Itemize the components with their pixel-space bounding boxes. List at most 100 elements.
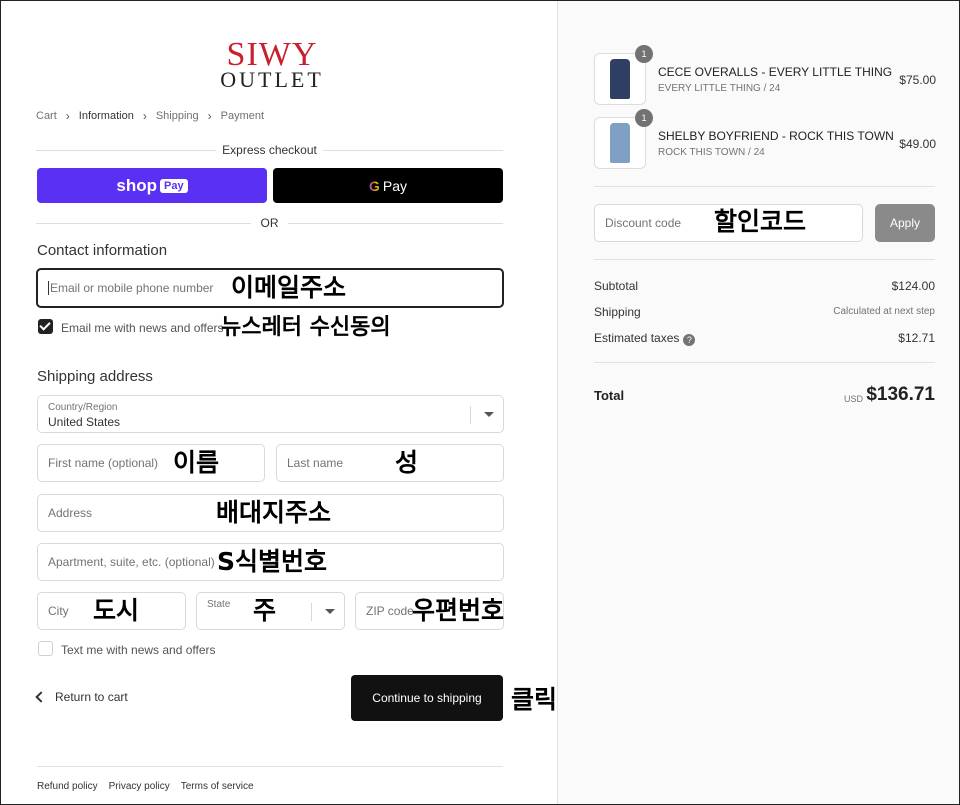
- country-select[interactable]: Country/Region United States: [37, 395, 504, 433]
- product-price: $75.00: [899, 73, 936, 87]
- taxes-label: Estimated taxes: [594, 331, 680, 345]
- zip-placeholder: ZIP code: [366, 604, 414, 618]
- google-pay-label: Pay: [382, 177, 407, 194]
- product-thumbnail: 1: [594, 109, 653, 169]
- email-news-label[interactable]: Email me with news and offers: [61, 321, 224, 335]
- apartment-placeholder: Apartment, suite, etc. (optional): [48, 555, 215, 569]
- cart-item: 1 SHELBY BOYFRIEND - ROCK THIS TOWN ROCK…: [594, 109, 936, 171]
- chevron-right-icon: ›: [142, 109, 147, 123]
- first-name-field[interactable]: First name (optional): [37, 444, 265, 482]
- breadcrumb-information: Information: [78, 110, 134, 122]
- state-annotation: 주: [253, 596, 277, 625]
- return-to-cart-link[interactable]: Return to cart: [35, 690, 128, 704]
- google-icon: G: [368, 177, 380, 194]
- shipping-row: Shipping Calculated at next step: [594, 305, 935, 319]
- shipping-value: Calculated at next step: [833, 306, 935, 317]
- store-logo[interactable]: SIWY OUTLET: [217, 36, 327, 92]
- privacy-policy-link[interactable]: Privacy policy: [109, 781, 170, 792]
- return-to-cart-label: Return to cart: [55, 690, 128, 704]
- subtotal-value: $124.00: [891, 279, 935, 293]
- select-divider: [311, 603, 312, 621]
- click-annotation: 클릭: [511, 685, 558, 714]
- shop-pay-tag: Pay: [160, 178, 188, 193]
- email-news-checkbox[interactable]: [38, 319, 53, 334]
- taxes-row: Estimated taxes? $12.71: [594, 331, 935, 346]
- country-value: United States: [48, 415, 121, 429]
- discount-placeholder: Discount code: [605, 216, 682, 230]
- first-name-annotation: 이름: [173, 448, 220, 477]
- footer-links: Refund policy Privacy policy Terms of se…: [37, 781, 254, 792]
- chevron-left-icon: [35, 691, 47, 703]
- chevron-down-icon: [325, 609, 335, 614]
- product-name: CECE OVERALLS - EVERY LITTLE THING: [658, 65, 893, 79]
- breadcrumb-payment: Payment: [220, 110, 265, 122]
- zip-annotation: 우편번호: [412, 596, 505, 625]
- taxes-value: $12.71: [898, 331, 935, 345]
- text-news-checkbox[interactable]: [38, 641, 53, 656]
- country-label: Country/Region: [48, 402, 118, 413]
- apply-discount-button[interactable]: Apply: [875, 204, 935, 242]
- shop-pay-label: shop: [116, 175, 158, 195]
- last-name-annotation: 성: [395, 448, 419, 477]
- express-checkout-heading: Express checkout: [36, 143, 503, 157]
- first-name-placeholder: First name (optional): [48, 456, 159, 470]
- last-name-field[interactable]: Last name: [276, 444, 504, 482]
- subtotal-label: Subtotal: [594, 279, 639, 293]
- continue-to-shipping-button[interactable]: Continue to shipping: [351, 675, 503, 721]
- product-variant: ROCK THIS TOWN / 24: [658, 147, 765, 158]
- subtotal-row: Subtotal $124.00: [594, 279, 935, 293]
- select-divider: [470, 406, 471, 424]
- breadcrumb-shipping: Shipping: [155, 110, 199, 122]
- state-label: State: [207, 599, 231, 610]
- product-thumbnail: 1: [594, 45, 653, 105]
- chevron-down-icon: [484, 412, 494, 417]
- shipping-section-title: Shipping address: [37, 368, 153, 385]
- product-name: SHELBY BOYFRIEND - ROCK THIS TOWN: [658, 129, 894, 143]
- chevron-right-icon: ›: [207, 109, 212, 123]
- jeans-image: [610, 123, 630, 163]
- email-annotation: 이메일주소: [231, 273, 347, 302]
- discount-annotation: 할인코드: [714, 207, 807, 236]
- total-value: $136.71: [866, 384, 935, 405]
- breadcrumb: Cart › Information › Shipping › Payment: [36, 109, 264, 123]
- address-placeholder: Address: [48, 506, 93, 520]
- contact-section-title: Contact information: [37, 242, 168, 259]
- footer-divider: [37, 766, 503, 767]
- news-annotation: 뉴스레터 수신동의: [221, 315, 391, 340]
- breadcrumb-cart[interactable]: Cart: [36, 110, 57, 122]
- terms-of-service-link[interactable]: Terms of service: [181, 781, 254, 792]
- total-row: Total USD $136.71: [594, 384, 935, 405]
- product-variant: EVERY LITTLE THING / 24: [658, 83, 781, 94]
- product-price: $49.00: [899, 137, 936, 151]
- overalls-image: [610, 59, 630, 99]
- city-placeholder: City: [48, 604, 69, 618]
- help-icon[interactable]: ?: [683, 334, 696, 346]
- total-label: Total: [594, 388, 625, 403]
- shop-pay-button[interactable]: shop Pay: [37, 168, 267, 203]
- summary-divider: [594, 186, 935, 187]
- chevron-right-icon: ›: [65, 109, 70, 123]
- or-divider: OR: [36, 216, 503, 230]
- order-summary-panel: 1 CECE OVERALLS - EVERY LITTLE THING EVE…: [557, 1, 959, 804]
- email-placeholder: Email or mobile phone number: [50, 281, 214, 295]
- currency-code: USD: [843, 394, 863, 404]
- apartment-annotation: S식별번호: [217, 547, 328, 576]
- cart-item: 1 CECE OVERALLS - EVERY LITTLE THING EVE…: [594, 45, 936, 107]
- summary-divider: [594, 259, 935, 260]
- express-checkout-label: Express checkout: [222, 143, 317, 157]
- refund-policy-link[interactable]: Refund policy: [37, 781, 98, 792]
- google-pay-button[interactable]: G Pay: [273, 168, 503, 203]
- quantity-badge: 1: [635, 109, 653, 127]
- quantity-badge: 1: [635, 45, 653, 63]
- city-annotation: 도시: [93, 596, 140, 625]
- or-label: OR: [260, 216, 279, 230]
- logo-line1: SIWY: [226, 36, 318, 73]
- summary-divider: [594, 362, 935, 363]
- address-annotation: 배대지주소: [216, 498, 332, 527]
- text-news-label[interactable]: Text me with news and offers: [61, 643, 216, 657]
- checkout-form-panel: SIWY OUTLET Cart › Information › Shippin…: [1, 1, 557, 804]
- text-caret: [48, 281, 49, 295]
- logo-line2: OUTLET: [220, 67, 324, 92]
- last-name-placeholder: Last name: [287, 456, 344, 470]
- shipping-label: Shipping: [594, 305, 641, 319]
